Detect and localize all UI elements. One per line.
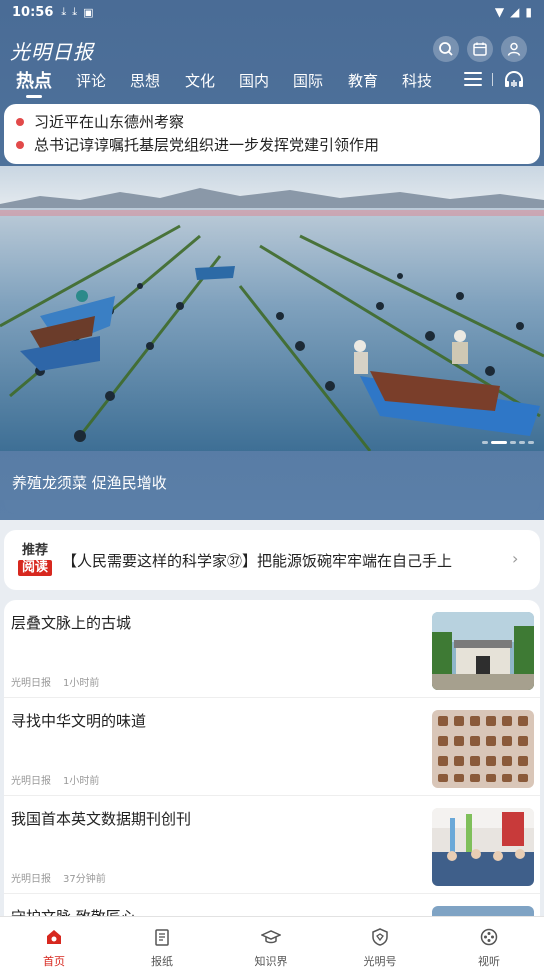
tab-divider xyxy=(492,73,493,86)
news-thumbnail xyxy=(432,710,534,788)
tab-hot[interactable]: 热点 xyxy=(16,67,52,98)
news-thumbnail xyxy=(432,808,534,886)
nav-label: 视听 xyxy=(478,955,500,968)
download-icon: ⤓ xyxy=(72,5,78,18)
tab-culture[interactable]: 文化 xyxy=(185,70,215,91)
pager-dot xyxy=(519,441,525,444)
news-thumbnail xyxy=(432,612,534,690)
nav-home[interactable]: 首页 xyxy=(0,917,108,968)
news-time: 1小时前 xyxy=(63,678,100,689)
nav-label: 报纸 xyxy=(151,955,173,968)
nav-guangming[interactable]: 光明号 xyxy=(326,917,434,968)
badge-bottom-text: 阅读 xyxy=(18,560,52,576)
calendar-icon xyxy=(473,42,487,56)
pager-dot xyxy=(482,441,488,444)
tab-comment[interactable]: 评论 xyxy=(76,70,106,91)
profile-button[interactable] xyxy=(501,36,527,62)
calendar-button[interactable] xyxy=(467,36,493,62)
recommend-title: 【人民需要这样的科学家㊲】把能源饭碗牢牢端在自己手上 xyxy=(62,552,453,570)
news-list: 层叠文脉上的古城 光明日报 1小时前 寻找中华文明的味道 光明日报 1小时前 我国首… xyxy=(4,600,540,930)
search-icon xyxy=(439,42,453,56)
news-meta: 光明日报 1小时前 xyxy=(11,772,111,787)
download-icon: ⤓ xyxy=(61,5,67,18)
chevron-right-icon: › xyxy=(512,549,519,568)
news-source: 光明日报 xyxy=(11,776,51,787)
menu-icon[interactable] xyxy=(464,72,482,86)
tab-thought[interactable]: 思想 xyxy=(130,70,160,91)
channel-tabs: 热点 评论 思想 文化 国内 国际 教育 科技 xyxy=(0,66,544,98)
bullet-dot xyxy=(16,140,24,149)
pager-dot xyxy=(510,441,516,444)
recommend-card[interactable]: 推荐 阅读 【人民需要这样的科学家㊲】把能源饭碗牢牢端在自己手上 › xyxy=(4,530,540,590)
signal-icon: ◢ xyxy=(510,5,520,19)
headphones-icon[interactable] xyxy=(503,70,525,88)
badge-top-text: 推荐 xyxy=(21,543,48,558)
hero-banner[interactable] xyxy=(0,166,544,451)
pager-dot xyxy=(528,441,534,444)
user-icon xyxy=(507,42,521,56)
tab-domestic[interactable]: 国内 xyxy=(239,70,269,91)
list-item[interactable]: 我国首本英文数据期刊创刊 光明日报 37分钟前 xyxy=(4,796,540,894)
nav-newspaper[interactable]: 报纸 xyxy=(108,917,216,968)
list-item[interactable]: 层叠文脉上的古城 光明日报 1小时前 xyxy=(4,600,540,698)
battery-icon: ▮ xyxy=(525,5,532,19)
bullet-dot xyxy=(16,117,24,126)
tab-international[interactable]: 国际 xyxy=(293,70,323,91)
app-notification-icon: ▣ xyxy=(83,5,94,19)
banner-pager xyxy=(482,441,534,444)
wifi-icon: ▼ xyxy=(494,5,505,19)
news-time: 1小时前 xyxy=(63,776,100,787)
bottom-navigation: 首页 报纸 知识界 光明号 视听 xyxy=(0,916,544,968)
status-time: 10:56 xyxy=(12,4,54,20)
headline-text: 习近平在山东德州考察 xyxy=(34,113,185,131)
news-title: 我国首本英文数据期刊创刊 xyxy=(11,810,192,828)
tab-technology[interactable]: 科技 xyxy=(402,70,432,91)
news-title: 寻找中华文明的味道 xyxy=(11,712,147,730)
recommend-badge: 推荐 阅读 xyxy=(18,543,52,577)
news-source: 光明日报 xyxy=(11,678,51,689)
news-time: 37分钟前 xyxy=(63,874,106,885)
graduation-cap-icon xyxy=(260,930,282,944)
nav-label: 知识界 xyxy=(254,955,288,968)
home-icon xyxy=(47,930,61,944)
headline-item[interactable]: 总书记谆谆嘱托基层党组织进一步发挥党建引领作用 xyxy=(16,133,528,156)
nav-knowledge[interactable]: 知识界 xyxy=(217,917,325,968)
news-title: 层叠文脉上的古城 xyxy=(11,614,132,632)
news-meta: 光明日报 1小时前 xyxy=(11,674,111,689)
banner-photo xyxy=(0,166,544,451)
pager-dot-active xyxy=(491,441,507,444)
app-header: 光明日报 xyxy=(0,30,544,66)
nav-media[interactable]: 视听 xyxy=(435,917,543,968)
headline-text: 总书记谆谆嘱托基层党组织进一步发挥党建引领作用 xyxy=(34,136,380,154)
news-meta: 光明日报 37分钟前 xyxy=(11,870,118,885)
newspaper-icon xyxy=(155,929,169,946)
list-item[interactable]: 寻找中华文明的味道 光明日报 1小时前 xyxy=(4,698,540,796)
shield-icon xyxy=(372,928,388,946)
nav-label: 光明号 xyxy=(363,955,397,968)
headline-item[interactable]: 习近平在山东德州考察 xyxy=(16,110,528,133)
search-button[interactable] xyxy=(433,36,459,62)
news-source: 光明日报 xyxy=(11,874,51,885)
nav-label: 首页 xyxy=(43,955,65,968)
app-logo: 光明日报 xyxy=(10,40,94,64)
top-headlines: 习近平在山东德州考察 总书记谆谆嘱托基层党组织进一步发挥党建引领作用 xyxy=(4,104,540,164)
tab-education[interactable]: 教育 xyxy=(348,70,378,91)
banner-card-base xyxy=(4,500,540,514)
film-reel-icon xyxy=(480,928,498,946)
status-bar: 10:56 ⤓ ⤓ ▣ ▼ ◢ ▮ xyxy=(0,0,544,24)
banner-caption[interactable]: 养殖龙须菜 促渔民增收 xyxy=(12,472,167,493)
